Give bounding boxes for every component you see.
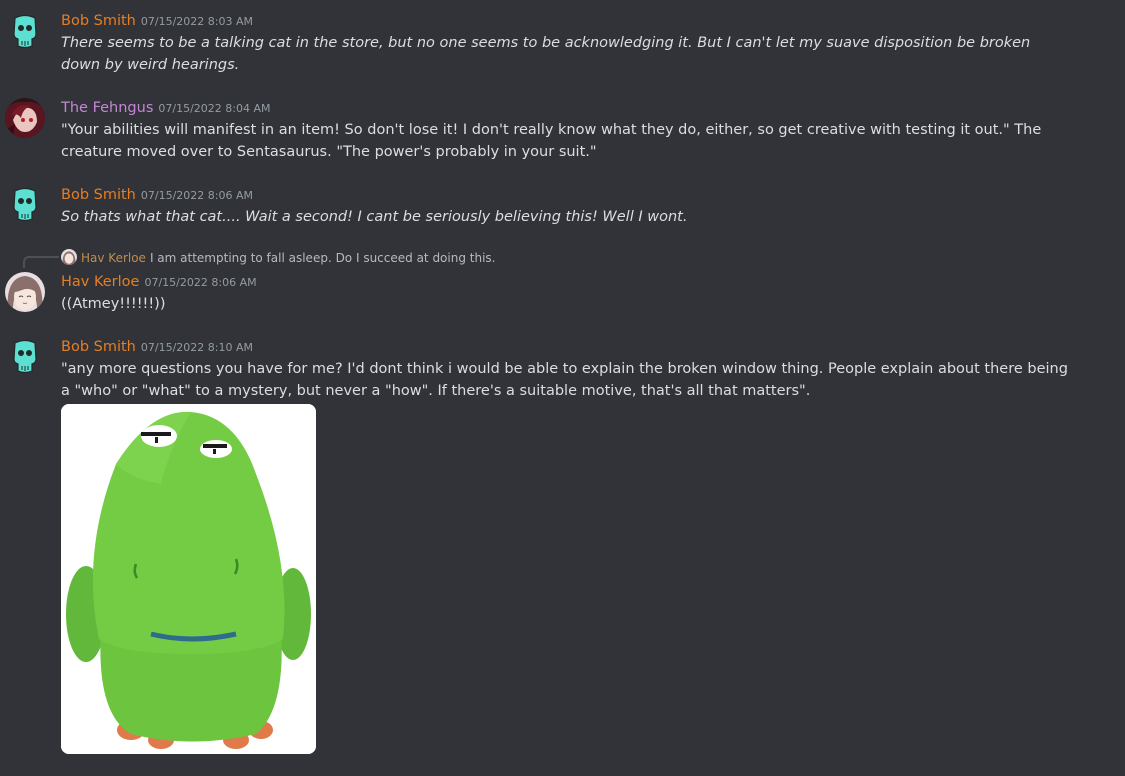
message-content: "Your abilities will manifest in an item…: [61, 122, 1042, 160]
timestamp: 07/15/2022 8:04 AM: [158, 102, 271, 115]
message-content: There seems to be a talking cat in the s…: [61, 35, 1031, 73]
teal-skull-avatar-icon: [5, 12, 45, 52]
avatar[interactable]: [5, 12, 45, 52]
timestamp: 07/15/2022 8:06 AM: [144, 276, 257, 289]
timestamp: 07/15/2022 8:03 AM: [140, 15, 253, 28]
teal-skull-avatar-icon: [5, 337, 45, 377]
reply-text: I am attempting to fall asleep. Do I suc…: [149, 251, 496, 265]
avatar[interactable]: [5, 98, 45, 138]
message-header: Bob Smith 07/15/2022 8:10 AM: [61, 336, 253, 358]
message-content: ((Atmey!!!!!!)): [61, 296, 166, 312]
message-header: Hav Kerloe 07/15/2022 8:06 AM: [61, 271, 257, 293]
anime-girl-avatar-icon: [61, 249, 77, 265]
avatar[interactable]: [5, 337, 45, 377]
author-name[interactable]: Hav Kerloe: [61, 274, 139, 290]
red-anime-avatar-icon: [5, 98, 45, 138]
author-name[interactable]: Bob Smith: [61, 187, 136, 203]
green-dinosaur-plush-image-icon: [61, 404, 316, 754]
author-name[interactable]: The Fehngus: [61, 100, 153, 116]
anime-girl-avatar-icon: [5, 272, 45, 312]
chat-messages: Bob Smith 07/15/2022 8:03 AM There seems …: [0, 0, 1125, 776]
message-content: "any more questions you have for me? I'd…: [61, 361, 1068, 399]
message-header: The Fehngus 07/15/2022 8:04 AM: [61, 97, 271, 119]
avatar[interactable]: [5, 272, 45, 312]
teal-skull-avatar-icon: [5, 185, 45, 225]
timestamp: 07/15/2022 8:06 AM: [140, 189, 253, 202]
reply-author[interactable]: Hav Kerloe: [81, 251, 146, 265]
message-header: Bob Smith 07/15/2022 8:03 AM: [61, 10, 253, 32]
timestamp: 07/15/2022 8:10 AM: [140, 341, 253, 354]
author-name[interactable]: Bob Smith: [61, 13, 136, 29]
avatar[interactable]: [5, 185, 45, 225]
message-content: So thats what that cat.... Wait a second…: [61, 209, 688, 225]
author-name[interactable]: Bob Smith: [61, 339, 136, 355]
message-header: Bob Smith 07/15/2022 8:06 AM: [61, 184, 253, 206]
image-attachment[interactable]: [61, 404, 316, 754]
reply-connector: [23, 256, 59, 268]
reply-preview[interactable]: Hav Kerloe I am attempting to fall asleep…: [61, 249, 495, 267]
